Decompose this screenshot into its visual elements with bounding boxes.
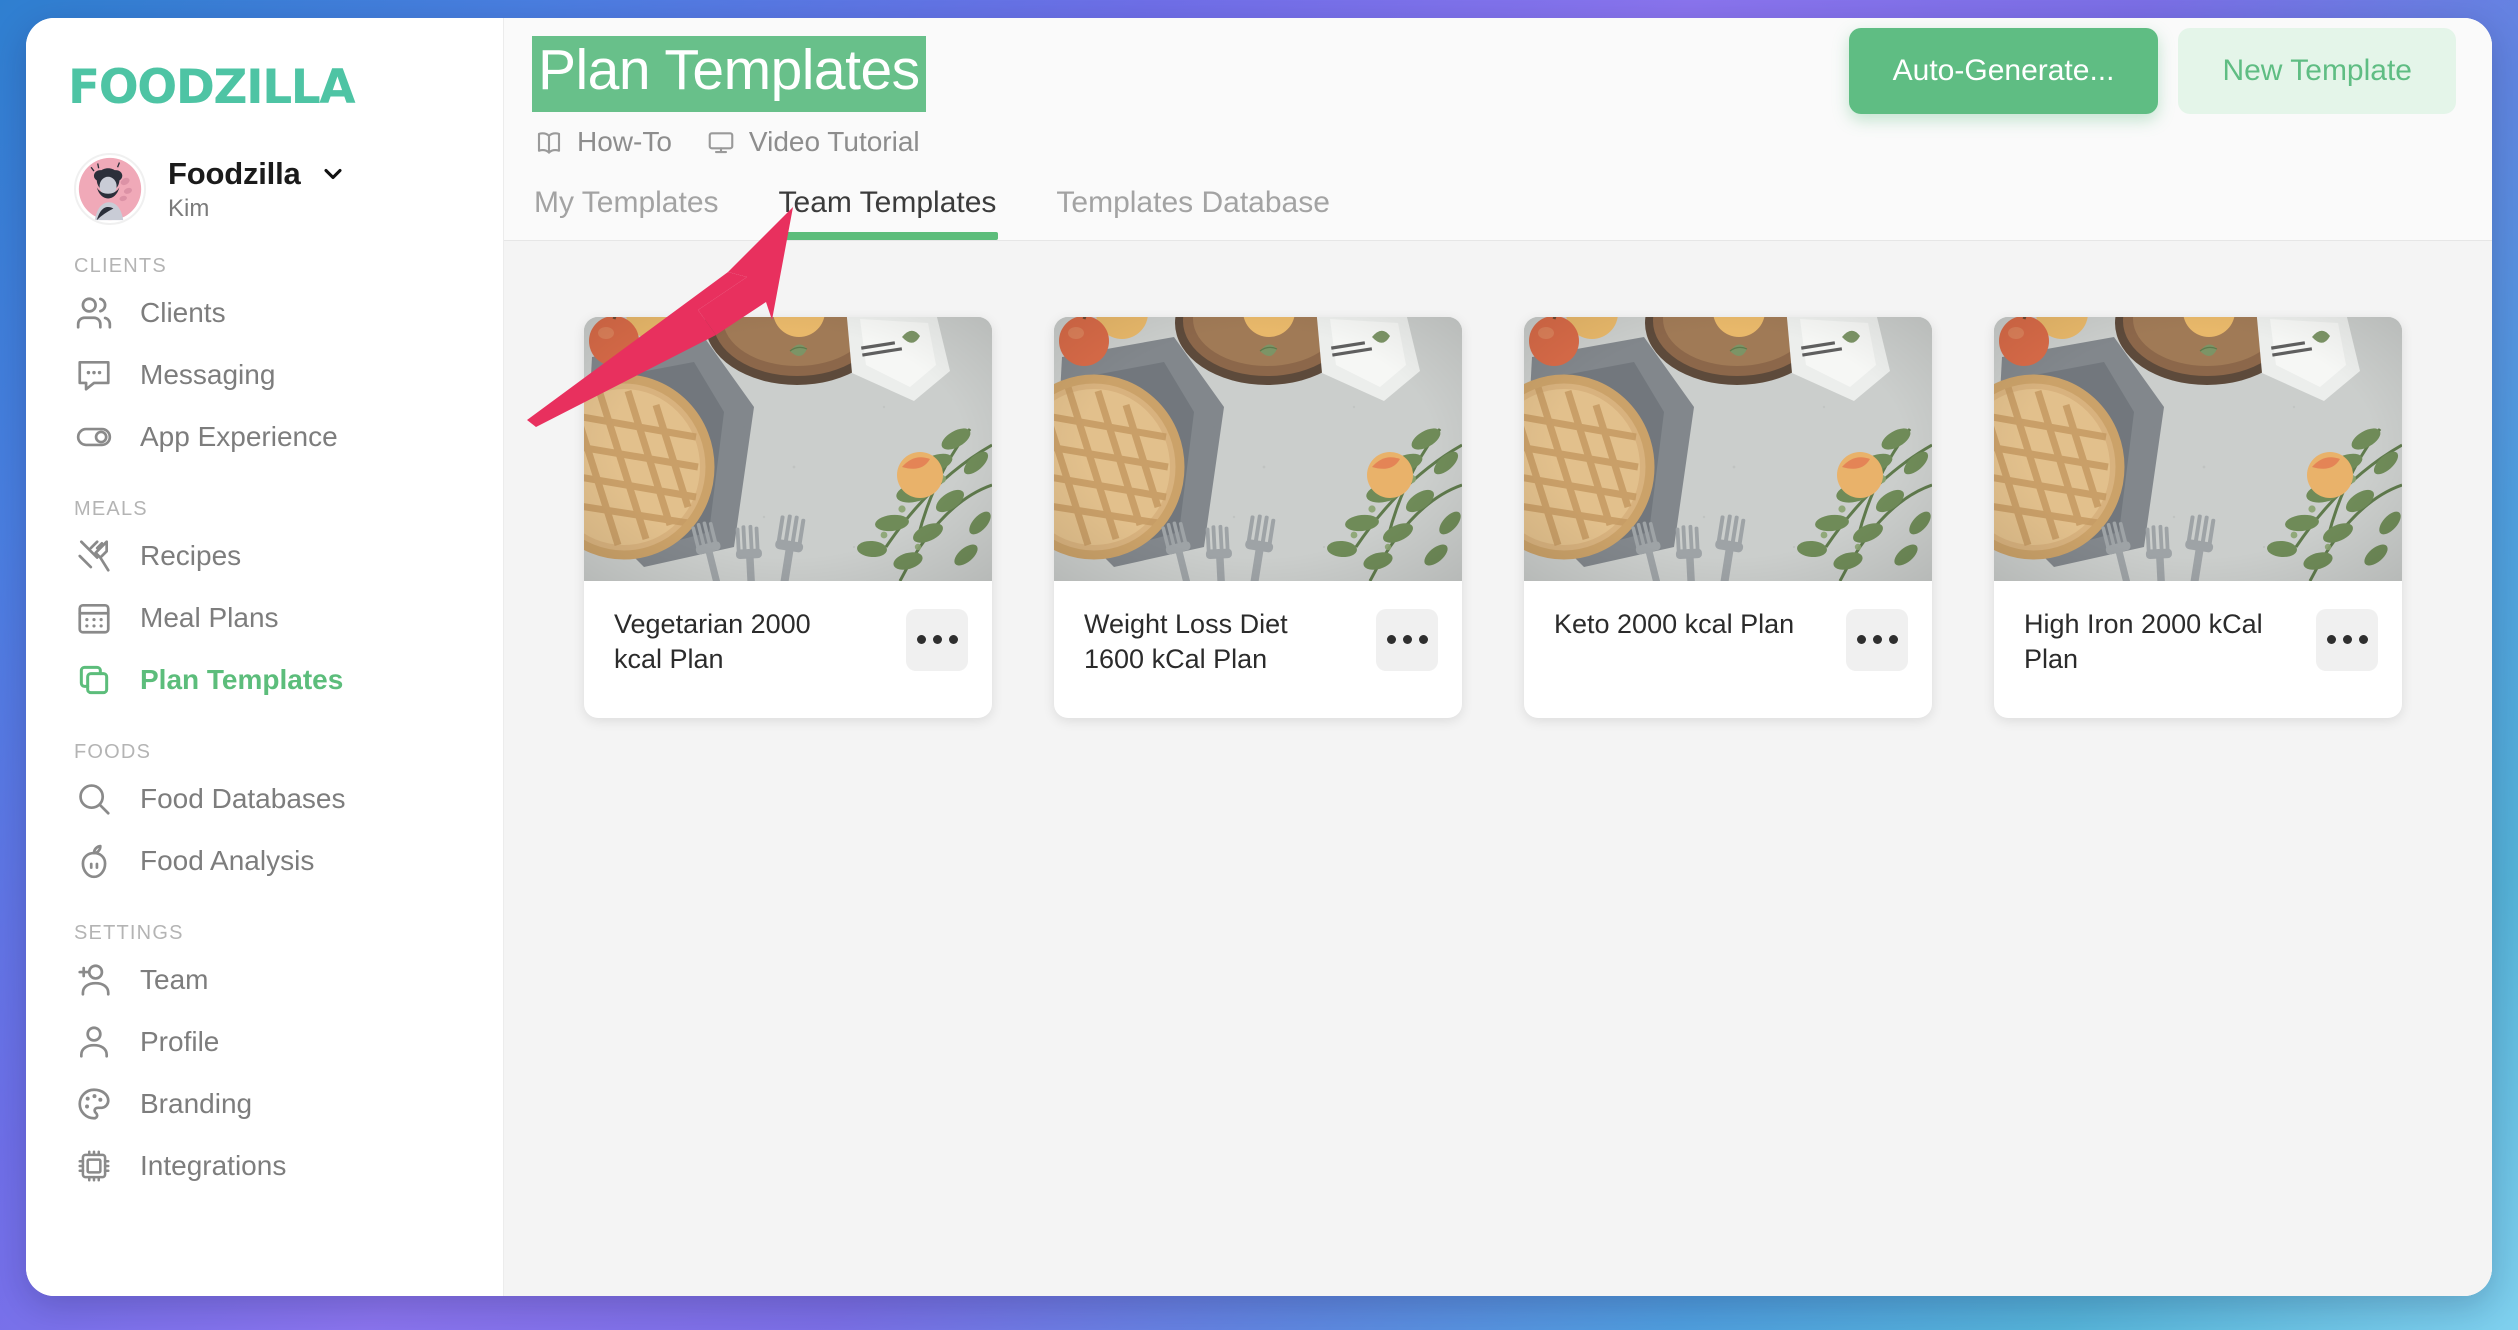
tab-bar: My Templates Team Templates Templates Da… (504, 158, 2492, 240)
monitor-icon (708, 131, 734, 153)
sidebar-item-plan-templates[interactable]: Plan Templates (26, 649, 503, 711)
people-icon (74, 293, 114, 333)
chat-bubble-icon (74, 355, 114, 395)
toggle-icon (74, 417, 114, 457)
user-plus-icon (74, 960, 114, 1000)
sidebar-item-label: Clients (140, 297, 226, 328)
template-thumbnail (1994, 316, 2402, 581)
account-name: Foodzilla (168, 155, 301, 191)
sidebar-item-profile[interactable]: Profile (26, 1011, 503, 1073)
app-window: FOODZILLA Foodzilla Kim CLIENTS Clients … (26, 18, 2492, 1296)
template-thumbnail (1524, 316, 1932, 581)
templates-content-area: Vegetarian 2000 kcal Plan Weight Loss Di… (504, 240, 2492, 1296)
new-template-button[interactable]: New Template (2178, 28, 2456, 114)
sidebar-item-label: Food Databases (140, 783, 346, 814)
sidebar-item-label: Profile (140, 1026, 220, 1057)
sidebar-item-integrations[interactable]: Integrations (26, 1135, 503, 1197)
template-title: Vegetarian 2000 kcal Plan (614, 608, 811, 675)
sidebar-item-recipes[interactable]: Recipes (26, 525, 503, 587)
video-tutorial-label: Video Tutorial (748, 125, 920, 157)
nav-section-label-foods: FOODS (74, 741, 152, 763)
template-card[interactable]: Vegetarian 2000 kcal Plan (584, 316, 992, 719)
sidebar-item-label: Team (140, 964, 209, 995)
template-thumbnail (1054, 316, 1462, 581)
sidebar-item-team[interactable]: Team (26, 949, 503, 1011)
nav-section-label-clients: CLIENTS (74, 255, 167, 277)
user-avatar-illustration (78, 157, 142, 221)
account-sub: Kim (168, 194, 210, 222)
tab-my-templates[interactable]: My Templates (532, 186, 721, 240)
ellipsis-icon[interactable] (2316, 608, 2378, 671)
book-icon (537, 131, 561, 154)
account-meta: Foodzilla Kim (168, 156, 347, 223)
template-card-body: High Iron 2000 kCal Plan (1994, 581, 2402, 719)
ellipsis-icon[interactable] (906, 608, 968, 671)
auto-generate-button[interactable]: Auto-Generate... (1848, 28, 2159, 114)
template-card-body: Weight Loss Diet 1600 kCal Plan (1054, 581, 1462, 719)
how-to-link[interactable]: How-To (534, 126, 672, 158)
sidebar-item-label: Branding (140, 1088, 253, 1119)
helper-links: How-To Video Tutorial (504, 112, 2492, 158)
sidebar-item-app-experience[interactable]: App Experience (26, 406, 503, 468)
sidebar-item-meal-plans[interactable]: Meal Plans (26, 587, 503, 649)
apple-icon (74, 841, 114, 881)
sidebar-item-food-databases[interactable]: Food Databases (26, 768, 503, 830)
sidebar-item-branding[interactable]: Branding (26, 1073, 503, 1135)
template-card-body: Keto 2000 kcal Plan (1524, 581, 1932, 715)
main-content: Auto-Generate... New Template Plan Templ… (504, 18, 2492, 1296)
template-card[interactable]: Weight Loss Diet 1600 kCal Plan (1054, 316, 1462, 719)
search-icon (74, 779, 114, 819)
page-header: Auto-Generate... New Template Plan Templ… (504, 18, 2492, 241)
tab-team-templates[interactable]: Team Templates (776, 186, 999, 240)
sidebar-item-label: Messaging (140, 359, 276, 390)
template-title: Keto 2000 kcal Plan (1554, 608, 1795, 639)
sidebar-item-label: Recipes (140, 540, 242, 571)
ellipsis-icon[interactable] (1846, 608, 1908, 671)
chip-icon (74, 1146, 114, 1186)
tab-templates-database[interactable]: Templates Database (1054, 186, 1332, 240)
template-title: Weight Loss Diet 1600 kCal Plan (1084, 608, 1288, 675)
video-tutorial-link[interactable]: Video Tutorial (706, 126, 920, 158)
template-card-grid: Vegetarian 2000 kcal Plan Weight Loss Di… (504, 316, 2492, 719)
avatar (74, 153, 146, 225)
sidebar-item-clients[interactable]: Clients (26, 282, 503, 344)
header-actions: Auto-Generate... New Template (1848, 28, 2456, 114)
template-card[interactable]: Keto 2000 kcal Plan (1524, 316, 1932, 719)
brand-logo-text: FOODZILLA (68, 60, 356, 115)
ellipsis-icon[interactable] (1376, 608, 1438, 671)
page-title: Plan Templates (532, 36, 926, 112)
user-icon (74, 1022, 114, 1062)
sidebar-item-messaging[interactable]: Messaging (26, 344, 503, 406)
fork-knife-icon (74, 536, 114, 576)
nav-section-label-meals: MEALS (74, 498, 148, 520)
nav-section-label-settings: SETTINGS (74, 922, 184, 944)
template-thumbnail (584, 316, 992, 581)
copy-icon (74, 660, 114, 700)
sidebar-item-label: Plan Templates (140, 664, 344, 695)
template-title: High Iron 2000 kCal Plan (2024, 608, 2263, 675)
account-switcher[interactable]: Foodzilla Kim (26, 115, 503, 225)
template-card[interactable]: High Iron 2000 kCal Plan (1994, 316, 2402, 719)
brand-logo: FOODZILLA (26, 52, 503, 115)
sidebar: FOODZILLA Foodzilla Kim CLIENTS Clients … (26, 18, 504, 1296)
template-card-body: Vegetarian 2000 kcal Plan (584, 581, 992, 719)
chevron-down-icon[interactable] (319, 160, 347, 188)
palette-icon (74, 1084, 114, 1124)
sidebar-item-label: Meal Plans (140, 602, 279, 633)
sidebar-item-food-analysis[interactable]: Food Analysis (26, 830, 503, 892)
sidebar-item-label: Integrations (140, 1150, 287, 1181)
how-to-label: How-To (577, 125, 672, 157)
calendar-icon (74, 598, 114, 638)
sidebar-item-label: App Experience (140, 421, 338, 452)
sidebar-item-label: Food Analysis (140, 845, 315, 876)
